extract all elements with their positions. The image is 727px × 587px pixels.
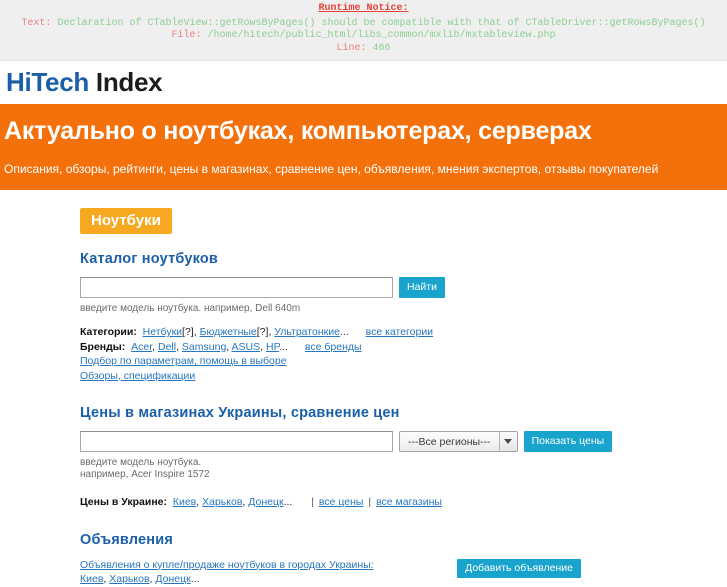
runtime-notice-bar: Runtime Notice: Text: Declaration of CTa… — [0, 0, 727, 61]
reviews-specs-line: Обзоры, спецификации — [80, 369, 727, 384]
hero-subline: Описания, обзоры, рейтинги, цены в магаз… — [4, 162, 659, 176]
category-link-1[interactable]: Бюджетные — [200, 326, 257, 338]
ads-city-kiev[interactable]: Киев — [80, 573, 103, 585]
prices-cities-line: Цены в Украине: Киев, Харьков, Донецк...… — [80, 496, 442, 508]
runtime-notice-text-line: Text: Declaration of CTableView::getRows… — [0, 18, 727, 31]
logo-hitech: HiTech — [6, 67, 89, 97]
reviews-specs-link[interactable]: Обзоры, спецификации — [80, 370, 195, 382]
category-link-2[interactable]: Ультратонкие — [274, 326, 340, 338]
runtime-notice-file-label: File: — [171, 30, 202, 41]
categories-line: Категории: Нетбуки[?], Бюджетные[?], Уль… — [80, 326, 434, 338]
show-prices-button[interactable]: Показать цены — [523, 431, 613, 452]
site-header: HiTech Index — [0, 61, 727, 104]
prices-links: Цены в Украине: Киев, Харьков, Донецк...… — [80, 495, 727, 510]
catalog-link-rows: Категории: Нетбуки[?], Бюджетные[?], Уль… — [80, 325, 727, 383]
runtime-notice-file-line: File: /home/hitech/public_html/libs_comm… — [0, 30, 727, 43]
catalog-title: Каталог ноутбуков — [80, 251, 219, 267]
tab-notebooks[interactable]: Ноутбуки — [80, 208, 172, 234]
catalog-search-button[interactable]: Найти — [399, 277, 445, 298]
prices-divider-right: | — [368, 496, 372, 508]
all-shops-link[interactable]: все магазины — [376, 496, 442, 508]
main-content: Ноутбуки Каталог ноутбуков Найти введите… — [0, 190, 727, 587]
brands-ellipsis: ... — [279, 340, 288, 353]
catalog-search-input[interactable] — [80, 277, 393, 298]
prices-hint-line1: введите модель ноутбука. — [80, 457, 202, 468]
ads-main-line: Объявления о купле/продаже ноутбуков в г… — [80, 558, 727, 573]
brands-label: Бренды: — [80, 340, 126, 353]
category-link-0[interactable]: Нетбуки — [143, 326, 182, 338]
region-select[interactable]: ---Все регионы--- — [399, 431, 518, 452]
runtime-notice-text-value: Declaration of CTableView::getRowsByPage… — [57, 17, 706, 29]
catalog-search-row: Найти — [80, 277, 727, 298]
runtime-notice-title: Runtime Notice: — [318, 3, 409, 14]
ads-block: Объявления Объявления о купле/продаже но… — [80, 532, 727, 587]
chevron-down-icon[interactable] — [498, 432, 517, 451]
prices-search-row: ---Все регионы--- Показать цены — [80, 431, 727, 452]
add-ad-button[interactable]: Добавить объявление — [457, 558, 581, 578]
prices-city-kharkov[interactable]: Харьков — [202, 496, 242, 508]
category-hint-0: [?] — [182, 326, 194, 338]
region-select-value: ---Все регионы--- — [408, 435, 491, 448]
brands-line: Бренды: Acer, Dell, Samsung, ASUS, HP...… — [80, 340, 362, 353]
ads-cities-ellipsis: ... — [190, 573, 200, 585]
site-logo[interactable]: HiTech Index — [6, 67, 163, 98]
runtime-notice-line-line: Line: 466 — [0, 43, 727, 56]
runtime-notice-text-label: Text: — [21, 17, 52, 29]
params-help-link[interactable]: Подбор по параметрам, помощь в выборе — [80, 355, 287, 367]
prices-city-donetsk[interactable]: Донецк — [248, 496, 283, 508]
catalog-search-hint: введите модель ноутбука. например, Dell … — [80, 303, 301, 314]
prices-city-kiev[interactable]: Киев — [173, 496, 196, 508]
all-brands-link[interactable]: все бренды — [305, 341, 362, 353]
ads-city-kharkov[interactable]: Харьков — [109, 573, 149, 585]
brand-link-asus[interactable]: ASUS — [232, 341, 261, 353]
brand-link-dell[interactable]: Dell — [158, 341, 176, 353]
ads-links: Объявления о купле/продаже ноутбуков в г… — [80, 558, 727, 587]
category-hint-1: [?] — [256, 326, 269, 338]
brand-link-hp[interactable]: HP — [266, 341, 279, 353]
prices-title: Цены в магазинах Украины, сравнение цен — [80, 405, 400, 421]
prices-cities-ellipsis: ... — [283, 496, 293, 508]
prices-hint-line2: например, Acer Inspire 1572 — [80, 469, 210, 480]
brand-link-samsung[interactable]: Samsung — [182, 341, 226, 353]
runtime-notice-line-label: Line: — [336, 42, 367, 54]
logo-index: Index — [95, 67, 163, 97]
all-prices-link[interactable]: все цены — [319, 496, 364, 508]
categories-ellipsis: ... — [339, 326, 349, 338]
ads-title: Объявления — [80, 531, 174, 548]
ads-city-donetsk[interactable]: Донецк — [155, 573, 190, 585]
hero-headline: Актуально о ноутбуках, компьютерах, серв… — [4, 117, 592, 145]
all-categories-link[interactable]: все категории — [366, 326, 433, 338]
hero-banner: Актуально о ноутбуках, компьютерах, серв… — [0, 104, 727, 190]
ads-cities-line: Киев, Харьков, Донецк... — [80, 573, 200, 585]
ads-main-link[interactable]: Объявления о купле/продаже ноутбуков в г… — [80, 559, 374, 571]
categories-label: Категории: — [80, 326, 137, 338]
prices-links-label: Цены в Украине: — [80, 496, 168, 508]
prices-divider-left: | — [311, 496, 314, 508]
params-help-line: Подбор по параметрам, помощь в выборе — [80, 354, 727, 369]
brand-link-acer[interactable]: Acer — [131, 341, 152, 353]
runtime-notice-line-value: 466 — [372, 42, 391, 54]
runtime-notice-file-value: /home/hitech/public_html/libs_common/mxl… — [207, 30, 556, 41]
prices-search-input[interactable] — [80, 431, 393, 452]
prices-search-hint: введите модель ноутбука. например, Acer … — [80, 457, 727, 481]
